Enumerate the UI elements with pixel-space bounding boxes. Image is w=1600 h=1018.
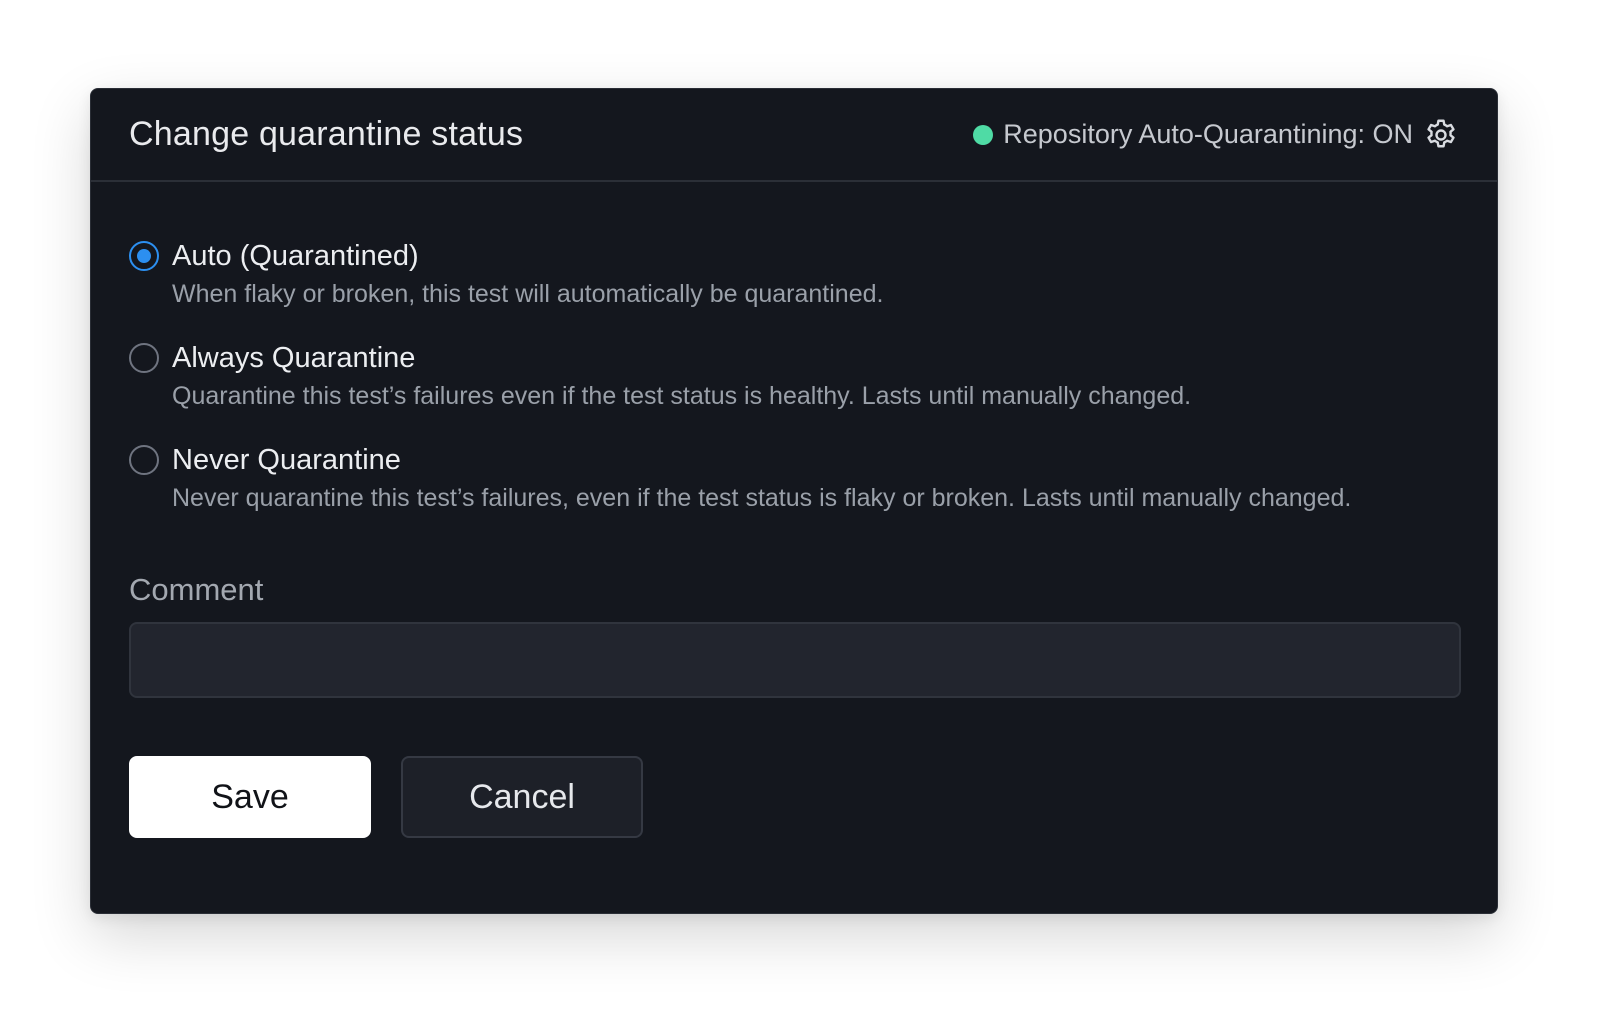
option-always-quarantine[interactable]: Always Quarantine Quarantine this test’s… <box>129 340 1459 412</box>
comment-input[interactable] <box>129 622 1461 698</box>
option-never-quarantine[interactable]: Never Quarantine Never quarantine this t… <box>129 442 1459 514</box>
radio-always-quarantine[interactable] <box>129 343 159 373</box>
modal-header: Change quarantine status Repository Auto… <box>91 89 1497 182</box>
save-button[interactable]: Save <box>129 756 371 838</box>
radio-never-quarantine[interactable] <box>129 445 159 475</box>
modal-actions: Save Cancel <box>129 756 1459 838</box>
comment-label: Comment <box>129 572 264 607</box>
settings-button[interactable] <box>1423 117 1459 153</box>
modal-title: Change quarantine status <box>129 115 524 153</box>
option-title: Auto (Quarantined) <box>172 240 419 272</box>
radio-auto-quarantined[interactable] <box>129 241 159 271</box>
status-dot-icon <box>973 124 994 145</box>
option-description: Never quarantine this test’s failures, e… <box>172 484 1352 512</box>
quarantine-status-modal: Change quarantine status Repository Auto… <box>90 88 1498 914</box>
auto-quarantine-status: Repository Auto-Quarantining: ON <box>973 117 1459 153</box>
option-title: Always Quarantine <box>172 342 416 374</box>
cancel-button[interactable]: Cancel <box>401 756 643 838</box>
option-description: When flaky or broken, this test will aut… <box>172 280 884 308</box>
auto-quarantine-status-text: Repository Auto-Quarantining: ON <box>1003 119 1413 149</box>
option-title: Never Quarantine <box>172 444 401 476</box>
radio-selected-dot <box>137 249 151 263</box>
gear-icon <box>1427 119 1455 147</box>
option-auto-quarantined[interactable]: Auto (Quarantined) When flaky or broken,… <box>129 238 1459 310</box>
modal-body: Auto (Quarantined) When flaky or broken,… <box>91 182 1497 838</box>
option-description: Quarantine this test’s failures even if … <box>172 382 1192 410</box>
